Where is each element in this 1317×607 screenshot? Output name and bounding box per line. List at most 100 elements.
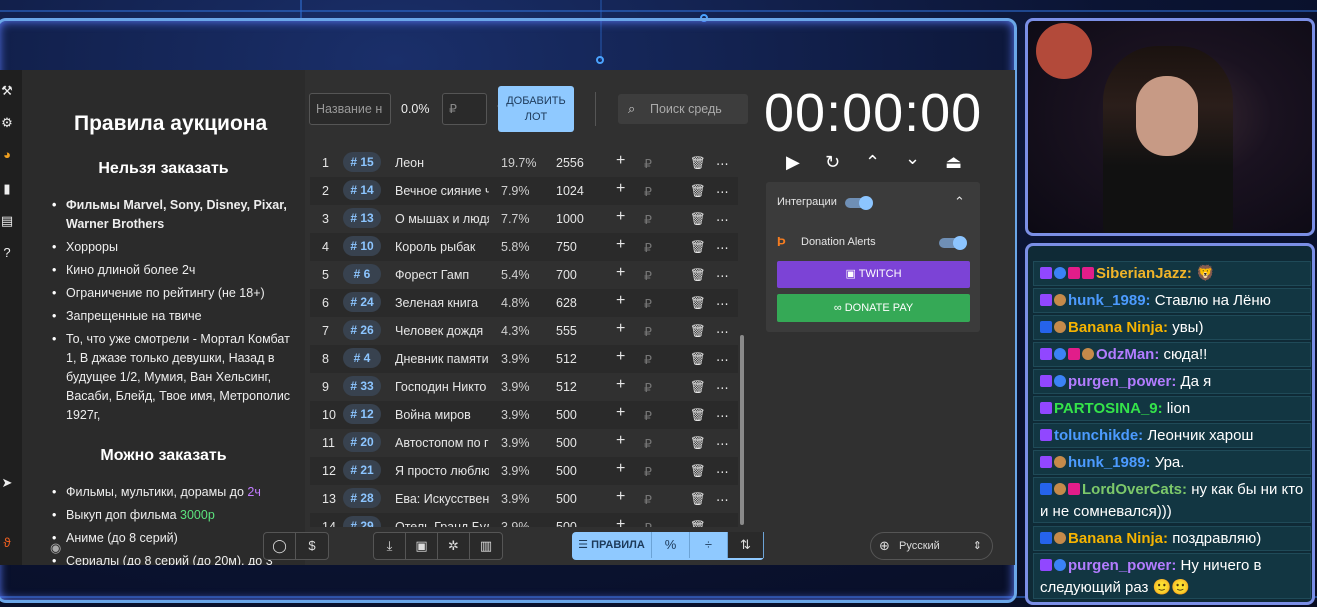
plus-icon[interactable]: + [616,488,625,506]
chat-username[interactable]: OdzMan: [1096,346,1159,363]
more-icon[interactable]: ⋯ [716,324,729,339]
ruble-input[interactable]: ₽ [644,520,652,527]
trash-icon[interactable]: ▥ [470,533,502,559]
github-icon[interactable]: ◯ [264,533,296,559]
chat-username[interactable]: tolunchikde: [1054,427,1143,444]
lot-sum[interactable]: 1000 [556,212,584,226]
donation-alerts-toggle[interactable] [939,236,967,250]
download-icon[interactable]: ⤓ [374,533,406,559]
chat-username[interactable]: LordOverCats: [1082,481,1187,498]
trash-icon[interactable]: 🗑︎ [690,184,706,199]
trash-icon[interactable]: 🗑︎ [690,268,706,283]
trash-icon[interactable]: 🗑︎ [690,296,706,311]
trash-icon[interactable]: 🗑︎ [690,492,706,507]
chevron-up-icon[interactable]: ⌃ [865,152,880,173]
more-icon[interactable]: ⋯ [716,408,729,423]
plus-icon[interactable]: + [616,236,625,254]
ruble-input[interactable]: ₽ [644,408,652,423]
table-row[interactable]: 9 # 33 Господин Никто 3.9% 512 + ₽ 🗑︎ ⋯ [310,373,738,401]
ruble-input[interactable]: ₽ [644,436,652,451]
language-select[interactable]: ⊕ Русский ⇕ [870,532,993,560]
plus-icon[interactable]: + [616,208,625,226]
hammer-icon[interactable]: ⚒ [0,84,14,98]
chat-username[interactable]: Banana Ninja: [1068,530,1168,547]
lot-name[interactable]: Король рыбак [395,240,489,254]
table-row[interactable]: 7 # 26 Человек дождя 4.3% 555 + ₽ 🗑︎ ⋯ [310,317,738,345]
ruble-input[interactable]: ₽ [644,212,652,227]
table-row[interactable]: 4 # 10 Король рыбак 5.8% 750 + ₽ 🗑︎ ⋯ [310,233,738,261]
more-icon[interactable]: ⋯ [716,240,729,255]
table-row[interactable]: 5 # 6 Форест Гамп 5.4% 700 + ₽ 🗑︎ ⋯ [310,261,738,289]
telegram-icon[interactable]: ➤ [0,476,14,490]
lot-name[interactable]: Автостопом по г [395,436,489,450]
table-row[interactable]: 11 # 20 Автостопом по г 3.9% 500 + ₽ 🗑︎ ⋯ [310,429,738,457]
add-lot-button[interactable]: ДОБАВИТЬ ЛОТ [498,86,574,132]
rules-button[interactable]: ☰ ПРАВИЛА [572,532,652,558]
plus-icon[interactable]: + [616,516,625,527]
trash-icon[interactable]: 🗑︎ [690,324,706,339]
eye-icon[interactable]: ◉ [50,540,61,556]
more-icon[interactable]: ⋯ [716,436,729,451]
lot-name[interactable]: Война миров [395,408,489,422]
trash-icon[interactable]: 🗑︎ [690,520,706,527]
table-scrollbar[interactable] [740,335,744,525]
more-icon[interactable]: ⋯ [716,520,729,527]
trash-icon[interactable]: 🗑︎ [690,156,706,171]
plus-icon[interactable]: + [616,264,625,282]
chevron-down-icon[interactable]: ⌄ [905,148,920,169]
chat-username[interactable]: hunk_1989: [1068,454,1151,471]
more-icon[interactable]: ⋯ [716,212,729,227]
wheel-icon[interactable]: ◕ [0,148,14,162]
chat-username[interactable]: purgen_power: [1068,373,1176,390]
lot-sum[interactable]: 500 [556,464,577,478]
stats-icon[interactable]: ▮ [0,182,14,196]
lot-sum[interactable]: 512 [556,352,577,366]
ruble-input[interactable]: ₽ [644,240,652,255]
lot-name[interactable]: Форест Гамп [395,268,489,282]
table-row[interactable]: 14 # 29 Отель Гранд Буд 3.9% 500 + ₽ 🗑︎ ⋯ [310,513,738,527]
ruble-input[interactable]: ₽ [644,268,652,283]
lot-name[interactable]: Леон [395,156,489,170]
lot-name[interactable]: Ева: Искусствен [395,492,489,506]
lot-name-input[interactable]: Название н [309,93,391,125]
chat-username[interactable]: SiberianJazz: [1096,265,1192,282]
lot-name[interactable]: О мышах и людя [395,212,489,226]
reset-icon[interactable]: ↻ [825,152,840,173]
lot-name[interactable]: Человек дождя [395,324,489,338]
table-row[interactable]: 1 # 15 Леон 19.7% 2556 + ₽ 🗑︎ ⋯ [310,149,738,177]
more-icon[interactable]: ⋯ [716,184,729,199]
more-icon[interactable]: ⋯ [716,464,729,479]
lot-sum-input[interactable]: ₽ [442,93,487,125]
trash-icon[interactable]: 🗑︎ [690,212,706,227]
plus-icon[interactable]: + [616,376,625,394]
plus-icon[interactable]: + [616,432,625,450]
search-input[interactable]: ⌕ Поиск средь [618,94,748,124]
lot-name[interactable]: Господин Никто [395,380,489,394]
lot-name[interactable]: Вечное сияние ч [395,184,489,198]
lot-sum[interactable]: 555 [556,324,577,338]
divide-icon[interactable]: ÷ [690,532,728,558]
chevron-up-icon[interactable]: ⌃ [954,194,965,210]
ruble-input[interactable]: ₽ [644,464,652,479]
sort-icon[interactable]: ⇅ [728,532,764,558]
lot-sum[interactable]: 2556 [556,156,584,170]
lot-sum[interactable]: 512 [556,380,577,394]
save-icon[interactable]: ▣ [406,533,438,559]
table-row[interactable]: 8 # 4 Дневник памяти 3.9% 512 + ₽ 🗑︎ ⋯ [310,345,738,373]
ruble-input[interactable]: ₽ [644,296,652,311]
bug-icon[interactable]: ✲ [438,533,470,559]
ruble-input[interactable]: ₽ [644,492,652,507]
more-icon[interactable]: ⋯ [716,492,729,507]
chat-username[interactable]: purgen_power: [1068,557,1176,574]
lot-name[interactable]: Зеленая книга [395,296,489,310]
ruble-input[interactable]: ₽ [644,380,652,395]
table-row[interactable]: 12 # 21 Я просто люблю 3.9% 500 + ₽ 🗑︎ ⋯ [310,457,738,485]
plus-icon[interactable]: + [616,292,625,310]
lot-sum[interactable]: 500 [556,520,577,527]
table-row[interactable]: 2 # 14 Вечное сияние ч 7.9% 1024 + ₽ 🗑︎ ⋯ [310,177,738,205]
table-row[interactable]: 13 # 28 Ева: Искусствен 3.9% 500 + ₽ 🗑︎ ⋯ [310,485,738,513]
chat-username[interactable]: hunk_1989: [1068,292,1151,309]
plus-icon[interactable]: + [616,320,625,338]
table-row[interactable]: 10 # 12 Война миров 3.9% 500 + ₽ 🗑︎ ⋯ [310,401,738,429]
trash-icon[interactable]: 🗑︎ [690,408,706,423]
